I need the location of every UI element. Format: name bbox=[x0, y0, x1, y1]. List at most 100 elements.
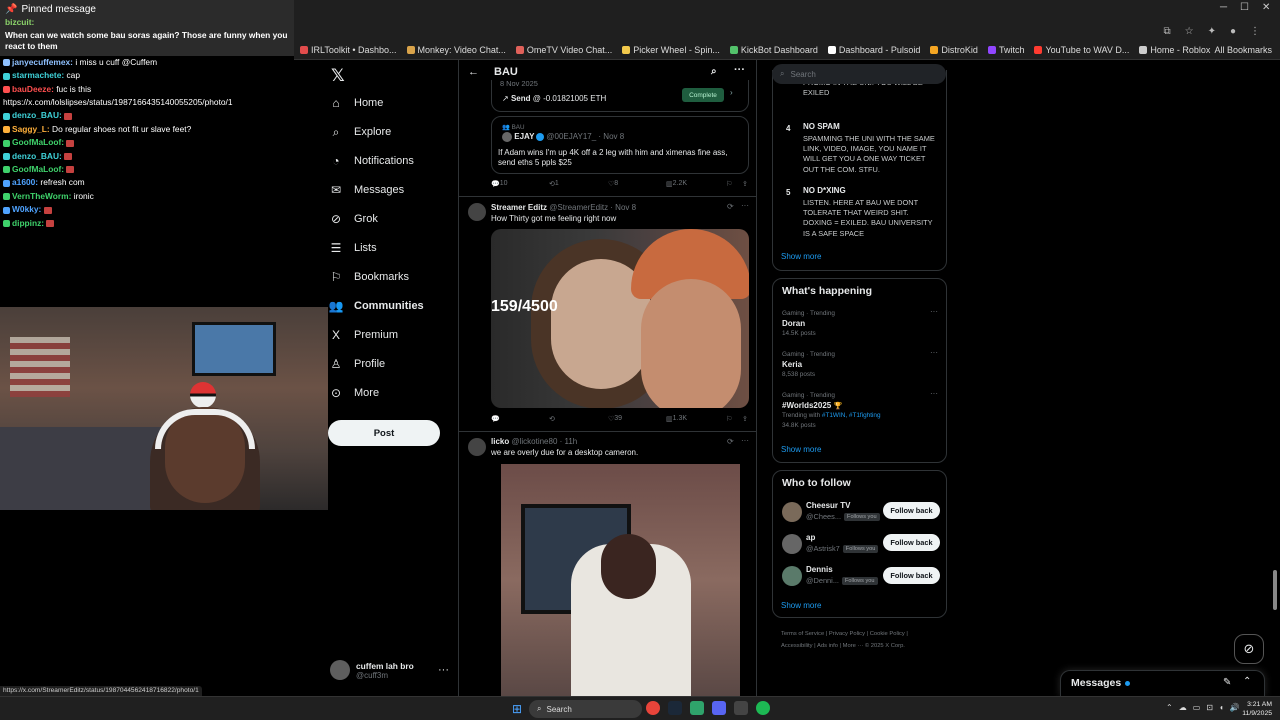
avatar[interactable] bbox=[782, 566, 802, 586]
bookmark-item[interactable]: Dashboard - Pulsoid bbox=[827, 45, 920, 55]
chat-username[interactable]: W0kky: bbox=[12, 204, 41, 214]
grok-fab-icon[interactable]: ⊘ bbox=[1234, 634, 1264, 664]
kebab-menu-icon[interactable]: ⋮ bbox=[1250, 26, 1260, 37]
nav-item-bookmarks[interactable]: ⚐ Bookmarks bbox=[328, 269, 409, 285]
app-icon[interactable] bbox=[690, 701, 704, 715]
spotify-icon[interactable] bbox=[756, 701, 770, 715]
share-icon[interactable]: ⇪ bbox=[742, 180, 748, 188]
all-bookmarks-link[interactable]: All Bookmarks bbox=[1214, 45, 1272, 55]
back-arrow-icon[interactable]: ← bbox=[468, 66, 479, 78]
repost-button[interactable]: ⟲ 1 bbox=[549, 180, 559, 188]
chat-username[interactable]: dippinz: bbox=[12, 218, 44, 228]
chat-username[interactable]: GoofMaLoof: bbox=[12, 137, 64, 147]
bookmark-item[interactable]: OmeTV Video Chat... bbox=[515, 45, 612, 55]
steam-icon[interactable] bbox=[668, 701, 682, 715]
views-button[interactable]: ▥ 1.3K bbox=[666, 415, 687, 423]
chat-username[interactable]: GoofMaLoof: bbox=[12, 164, 64, 174]
star-icon[interactable]: ☆ bbox=[1185, 26, 1194, 37]
scrollbar-thumb[interactable] bbox=[1273, 570, 1277, 610]
taskbar-clock[interactable]: 3:21 AM 11/9/2025 bbox=[1240, 700, 1272, 718]
trend-more-icon[interactable]: ··· bbox=[930, 389, 938, 398]
bookmark-item[interactable]: IRLToolkit • Dashbo... bbox=[300, 45, 397, 55]
quoted-post[interactable]: 👥 BAU EJAY @00EJAY17_ · Nov 8 If Adam win… bbox=[491, 116, 749, 174]
trend-more-icon[interactable]: ··· bbox=[930, 348, 938, 357]
bookmark-item[interactable]: DistroKid bbox=[930, 45, 978, 55]
chevron-right-icon[interactable]: › bbox=[730, 88, 733, 97]
show-more-link[interactable]: Show more bbox=[781, 252, 821, 261]
bookmark-item[interactable]: Picker Wheel - Spin... bbox=[622, 45, 720, 55]
nav-item-communities[interactable]: 👥 Communities bbox=[328, 298, 424, 314]
share-icon[interactable]: ⇪ bbox=[742, 415, 748, 423]
tweet-photo[interactable]: 159/4500 bbox=[491, 229, 749, 408]
nav-item-grok[interactable]: ⊘ Grok bbox=[328, 211, 378, 227]
minimize-icon[interactable]: ─ bbox=[1220, 2, 1227, 13]
nav-item-messages[interactable]: ✉ Messages bbox=[328, 182, 404, 198]
views-button[interactable]: ▥ 2.2K bbox=[666, 180, 687, 188]
compose-message-icon[interactable]: ✎ bbox=[1223, 677, 1231, 688]
nav-item-more[interactable]: ⊙ More bbox=[328, 385, 379, 401]
maximize-icon[interactable]: ☐ bbox=[1240, 2, 1249, 13]
repost-button[interactable]: ⟲ bbox=[549, 415, 555, 423]
windows-start-icon[interactable]: ⊞ bbox=[512, 702, 522, 716]
nav-item-home[interactable]: ⌂ Home bbox=[328, 95, 383, 111]
tweet-more-icon[interactable]: ··· bbox=[741, 201, 749, 210]
show-more-link[interactable]: Show more bbox=[781, 445, 821, 454]
reply-button[interactable]: 💬 10 bbox=[491, 180, 508, 188]
trend-more-icon[interactable]: ··· bbox=[930, 307, 938, 316]
trend-name[interactable]: Doran bbox=[782, 319, 805, 328]
chat-username[interactable]: janyecuffemex: bbox=[12, 57, 73, 67]
footer-line[interactable]: Accessibility | Ads info | More ··· © 20… bbox=[781, 640, 941, 652]
chat-username[interactable]: bauDeeze: bbox=[12, 84, 54, 94]
more-icon[interactable]: ··· bbox=[734, 64, 745, 76]
chat-username[interactable]: denzo_BAU: bbox=[12, 110, 62, 120]
tweet-more-icon[interactable]: ··· bbox=[741, 436, 749, 445]
chat-username[interactable]: starmachete: bbox=[12, 70, 64, 80]
trend-name[interactable]: #Worlds2025 🏆 bbox=[782, 401, 842, 410]
bookmark-icon[interactable]: ⚐ bbox=[726, 415, 732, 423]
chat-username[interactable]: a1600: bbox=[12, 177, 38, 187]
trend-with-tags[interactable]: #T1WIN, #T1fighting bbox=[822, 412, 881, 419]
avatar[interactable] bbox=[782, 502, 802, 522]
system-tray[interactable]: ⌃☁▭⊡◖🔊 bbox=[1166, 703, 1246, 712]
like-button[interactable]: ♡ 39 bbox=[608, 415, 622, 423]
page-scrollbar[interactable] bbox=[1272, 62, 1278, 692]
chrome-icon[interactable] bbox=[646, 701, 660, 715]
chat-username[interactable]: Saggy_L: bbox=[12, 124, 50, 134]
avatar[interactable] bbox=[782, 534, 802, 554]
discord-icon[interactable] bbox=[712, 701, 726, 715]
chat-username[interactable]: denzo_BAU: bbox=[12, 151, 62, 161]
bookmark-item[interactable]: Twitch bbox=[987, 45, 1024, 55]
puzzle-icon[interactable]: ✦ bbox=[1208, 26, 1216, 37]
nav-item-profile[interactable]: ♙ Profile bbox=[328, 356, 386, 372]
account-more-icon[interactable]: ··· bbox=[438, 664, 449, 676]
reply-button[interactable]: 💬 bbox=[491, 415, 500, 423]
like-button[interactable]: ♡ 8 bbox=[608, 180, 618, 188]
footer-line[interactable]: Terms of Service | Privacy Policy | Cook… bbox=[781, 628, 941, 640]
nav-item-notifications[interactable]: ◔ Notifications bbox=[328, 153, 414, 169]
close-icon[interactable]: ✕ bbox=[1262, 2, 1270, 13]
follow-name[interactable]: ap bbox=[806, 533, 815, 542]
show-more-link[interactable]: Show more bbox=[781, 601, 821, 610]
bookmark-item[interactable]: KickBot Dashboard bbox=[729, 45, 818, 55]
transaction-card[interactable]: 8 Nov 2025 ↗ Send @ -0.01821005 ETH Comp… bbox=[491, 79, 749, 112]
avatar[interactable] bbox=[468, 203, 486, 221]
search-icon[interactable]: ⌕ bbox=[711, 66, 717, 77]
follow-back-button[interactable]: Follow back bbox=[883, 502, 940, 519]
taskbar-search[interactable]: ⌕ Search bbox=[529, 700, 642, 718]
bookmark-item[interactable]: Home - Roblox bbox=[1139, 45, 1210, 55]
messages-drawer[interactable]: Messages ✎ ⌃ bbox=[1060, 670, 1265, 696]
nav-item-explore[interactable]: ⌕ Explore bbox=[328, 124, 392, 140]
extension-icon[interactable]: ⧉ bbox=[1163, 26, 1170, 37]
bookmark-icon[interactable]: ⚐ bbox=[726, 180, 732, 188]
follow-back-button[interactable]: Follow back bbox=[883, 534, 940, 551]
nav-item-premium[interactable]: X Premium bbox=[328, 327, 398, 343]
grok-icon[interactable]: ⟳ bbox=[727, 202, 734, 211]
x-logo-icon[interactable]: 𝕏 bbox=[331, 66, 345, 86]
app-icon[interactable] bbox=[734, 701, 748, 715]
avatar[interactable] bbox=[468, 438, 486, 456]
trend-name[interactable]: Keria bbox=[782, 360, 802, 369]
expand-chevron-icon[interactable]: ⌃ bbox=[1243, 676, 1251, 687]
tweet-video[interactable] bbox=[501, 464, 740, 696]
follow-back-button[interactable]: Follow back bbox=[883, 567, 940, 584]
search-input[interactable]: ⌕ Search bbox=[772, 64, 946, 84]
